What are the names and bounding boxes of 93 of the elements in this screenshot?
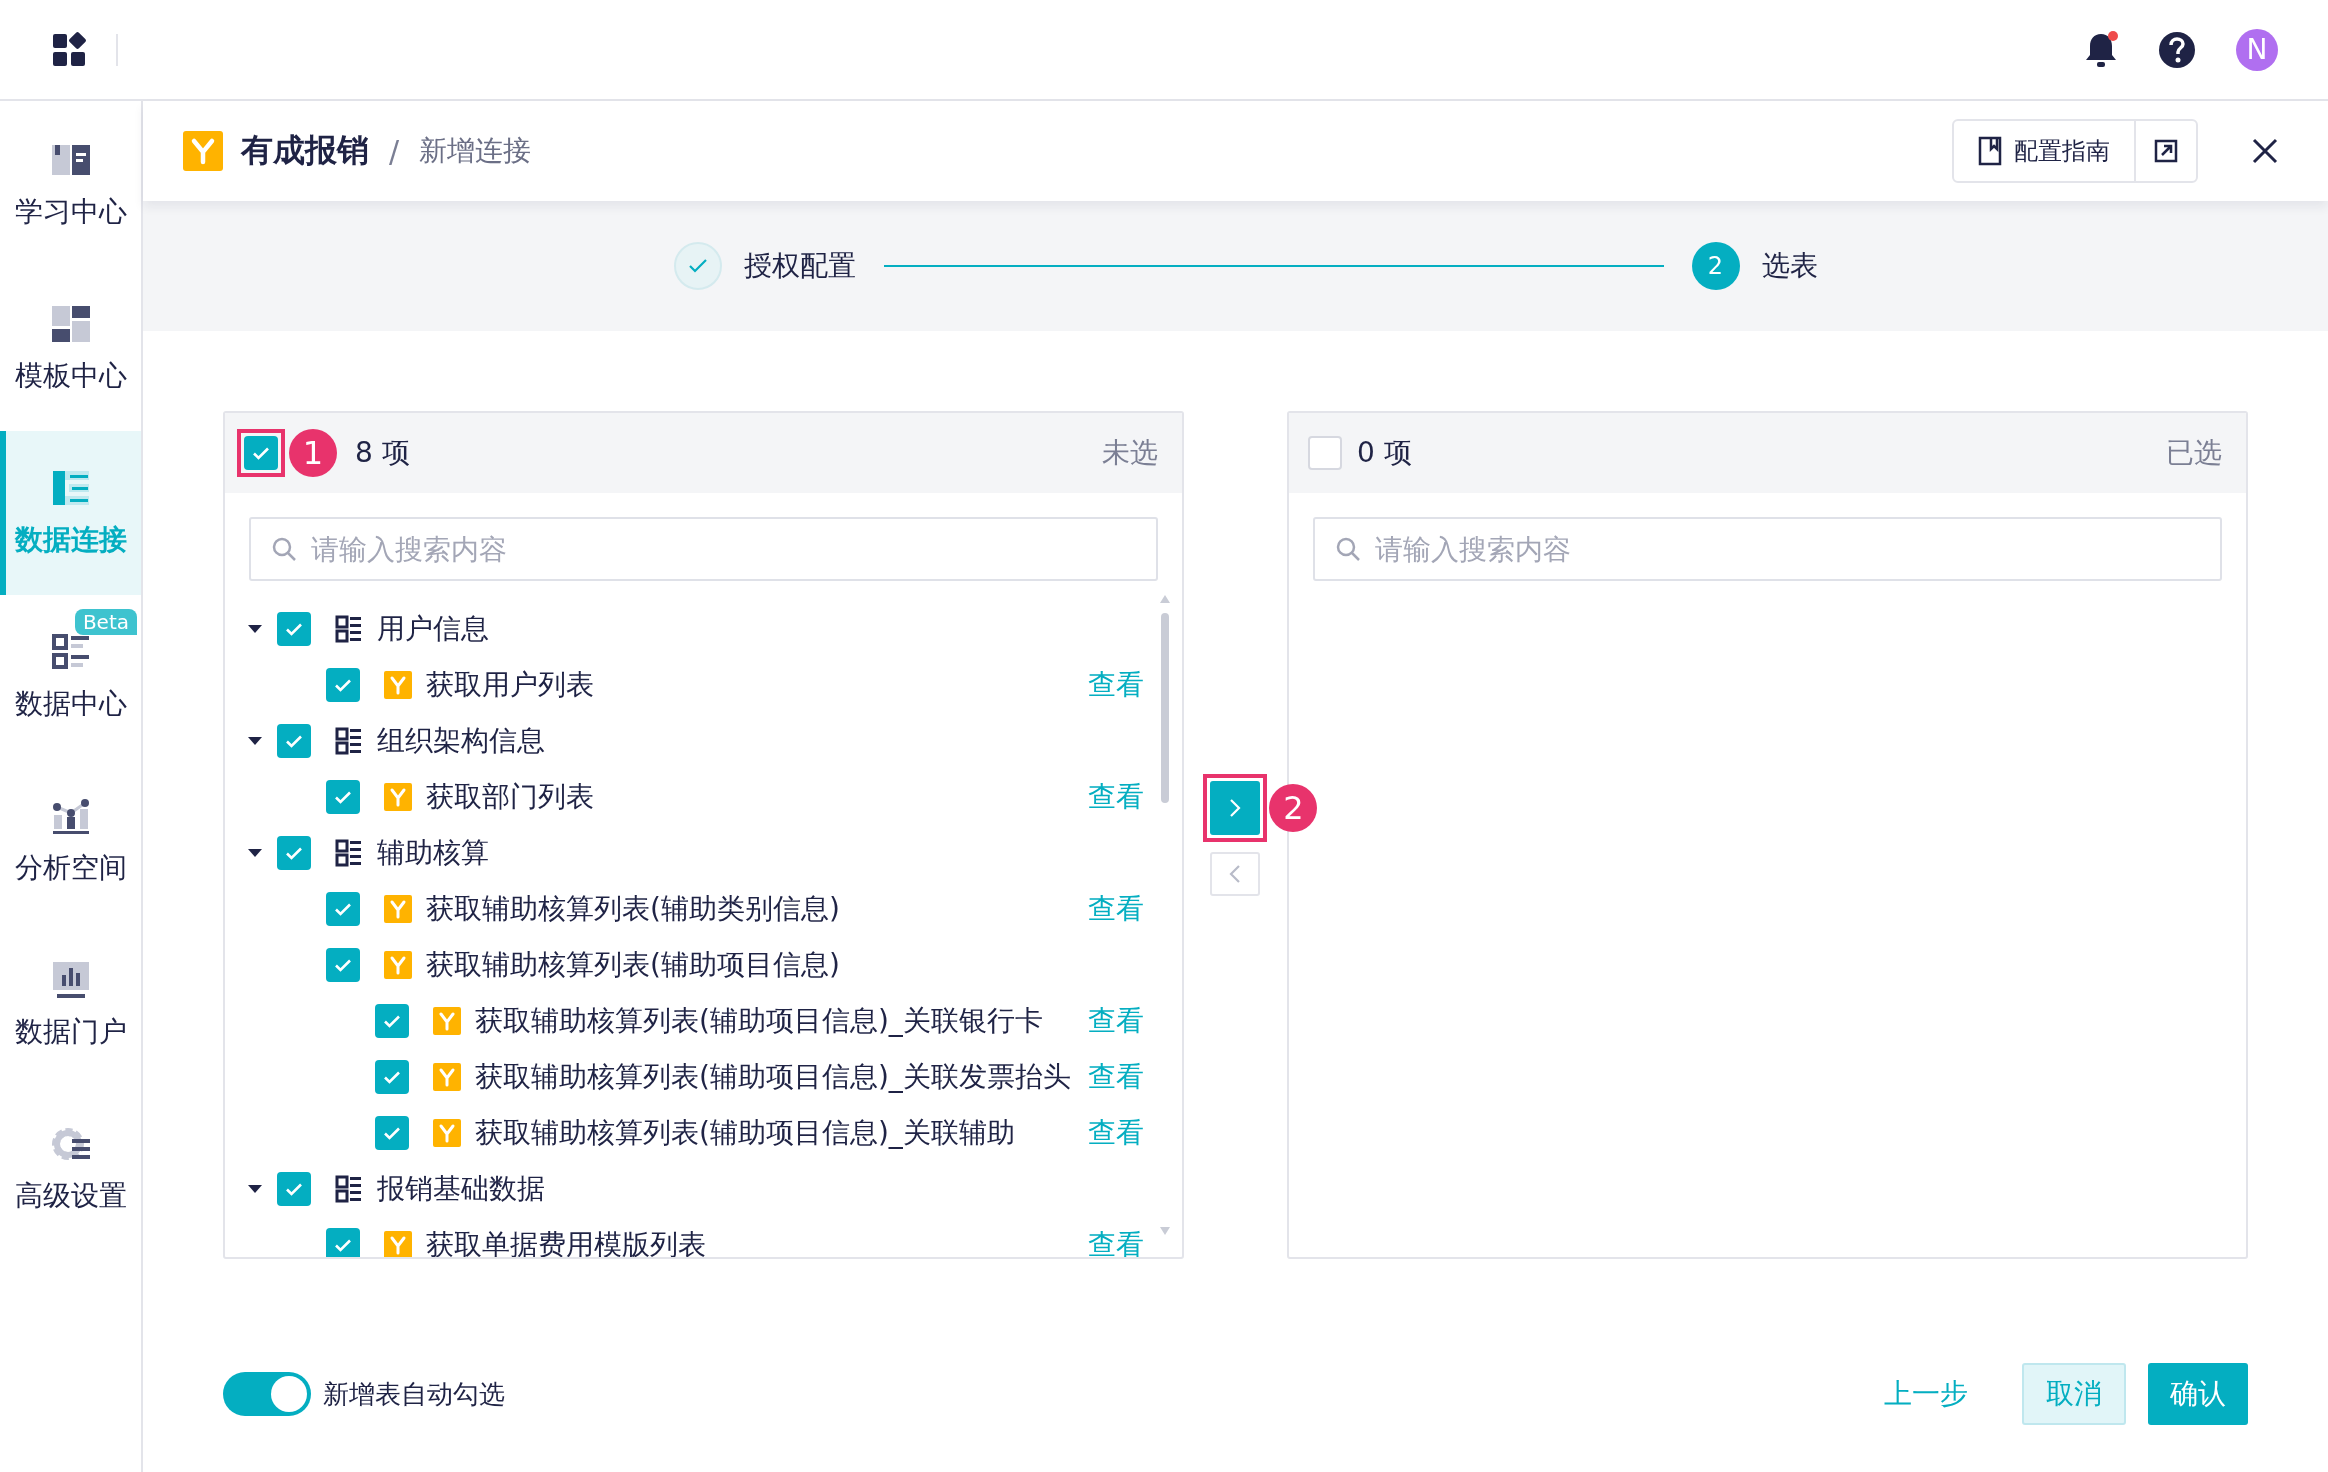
external-link-icon: [2154, 139, 2178, 163]
sidebar-item[interactable]: 高级设置: [0, 1087, 141, 1251]
step-indicator: 2: [1691, 242, 1740, 290]
breadcrumb-separator: /: [389, 133, 400, 169]
view-link[interactable]: 查看: [1088, 778, 1145, 816]
checkbox[interactable]: [277, 612, 311, 646]
step-label: 选表: [1761, 248, 1818, 284]
group-icon: [335, 727, 363, 755]
sidebar-label: 模板中心: [14, 358, 127, 394]
view-link[interactable]: 查看: [1088, 1226, 1145, 1257]
app-logo-icon: [384, 671, 412, 699]
sidebar-label: 数据中心: [14, 686, 127, 722]
group-icon: [335, 1175, 363, 1203]
layout-icon: [49, 303, 92, 345]
sidebar-item[interactable]: 数据门户: [0, 923, 141, 1087]
view-link[interactable]: 查看: [1088, 666, 1145, 704]
app-logo-icon: [384, 1231, 412, 1257]
checkbox[interactable]: [1307, 436, 1342, 470]
step-badge: 2: [1269, 784, 1318, 832]
table-label: 获取部门列表: [426, 779, 594, 815]
sidebar-item[interactable]: 模板中心: [0, 267, 141, 431]
sidebar-item[interactable]: 分析空间: [0, 759, 141, 923]
guide-button[interactable]: 配置指南: [1954, 121, 2136, 181]
beta-badge: Beta: [74, 609, 137, 635]
table-label: 获取辅助核算列表(辅助项目信息)_关联发票抬头: [475, 1059, 1071, 1095]
checkbox[interactable]: [326, 1228, 360, 1257]
search-icon: [271, 536, 297, 562]
close-icon: [2252, 138, 2278, 164]
group-label: 辅助核算: [377, 835, 489, 871]
table-label: 获取辅助核算列表(辅助类别信息): [426, 891, 840, 927]
move-right-button[interactable]: [1210, 781, 1261, 835]
group-icon: [335, 839, 363, 867]
table-label: 获取用户列表: [426, 667, 594, 703]
app-logo-icon: [384, 951, 412, 979]
toggle-label: 新增表自动勾选: [323, 1377, 505, 1411]
sidebar-label: 高级设置: [14, 1178, 127, 1214]
panel-title: 已选: [2166, 435, 2222, 471]
app-logo-icon: [433, 1063, 461, 1091]
step-label: 授权配置: [743, 248, 856, 284]
table-label: 获取辅助核算列表(辅助项目信息): [426, 947, 840, 983]
toggle-switch[interactable]: [223, 1372, 311, 1416]
apps-icon[interactable]: [52, 31, 88, 68]
app-logo-icon: [183, 131, 223, 171]
page-title: 新增连接: [419, 133, 532, 169]
app-logo-icon: [433, 1007, 461, 1035]
panel-title: 未选: [1102, 435, 1159, 471]
checkbox[interactable]: [326, 948, 360, 982]
item-count: 8 项: [355, 435, 410, 471]
checkbox[interactable]: [277, 1172, 311, 1206]
view-link[interactable]: 查看: [1088, 1114, 1145, 1152]
checkbox[interactable]: [375, 1004, 409, 1038]
app-logo-icon: [384, 783, 412, 811]
cancel-button[interactable]: 取消: [2022, 1363, 2126, 1425]
user-avatar[interactable]: N: [2236, 28, 2278, 71]
group-label: 组织架构信息: [377, 723, 545, 759]
app-title: 有成报销: [241, 130, 369, 171]
sidebar-label: 数据门户: [14, 1014, 127, 1050]
app-logo-icon: [384, 895, 412, 923]
table-label: 获取辅助核算列表(辅助项目信息)_关联银行卡: [475, 1003, 1043, 1039]
previous-link[interactable]: 上一步: [1862, 1363, 1990, 1425]
sidebar-label: 数据连接: [14, 522, 127, 558]
checkbox[interactable]: [326, 668, 360, 702]
scrollbar[interactable]: [1158, 595, 1173, 1235]
checkbox[interactable]: [277, 724, 311, 758]
checkbox[interactable]: [326, 892, 360, 926]
group-icon: [335, 615, 363, 643]
checkbox[interactable]: [375, 1116, 409, 1150]
sidebar-item[interactable]: 数据连接: [0, 431, 141, 595]
checkbox[interactable]: [244, 436, 278, 470]
sidebar-item[interactable]: Beta 数据中心: [0, 595, 141, 759]
bell-icon[interactable]: [2084, 30, 2118, 69]
item-count: 0 项: [1356, 435, 1412, 471]
sidebar-item[interactable]: 学习中心: [0, 103, 141, 267]
search-icon: [1334, 536, 1361, 562]
book-icon: [1978, 136, 2002, 166]
view-link[interactable]: 查看: [1088, 890, 1145, 928]
confirm-button[interactable]: 确认: [2148, 1363, 2248, 1425]
table-label: 获取辅助核算列表(辅助项目信息)_关联辅助: [475, 1115, 1015, 1151]
group-label: 用户信息: [377, 611, 489, 647]
checkbox[interactable]: [326, 780, 360, 814]
app-logo-icon: [433, 1119, 461, 1147]
search-field[interactable]: 请输入搜索内容: [1312, 517, 2222, 581]
close-button[interactable]: [2252, 138, 2278, 164]
sidebar-label: 分析空间: [14, 850, 127, 886]
view-link[interactable]: 查看: [1088, 1058, 1145, 1096]
sidebar-label: 学习中心: [14, 194, 127, 230]
checkbox[interactable]: [277, 836, 311, 870]
step-badge: 1: [289, 429, 337, 477]
checkbox[interactable]: [375, 1060, 409, 1094]
group-label: 报销基础数据: [377, 1171, 545, 1207]
view-link[interactable]: 查看: [1088, 1002, 1145, 1040]
search-field[interactable]: 请输入搜索内容: [249, 517, 1159, 581]
help-icon[interactable]: [2158, 30, 2196, 69]
